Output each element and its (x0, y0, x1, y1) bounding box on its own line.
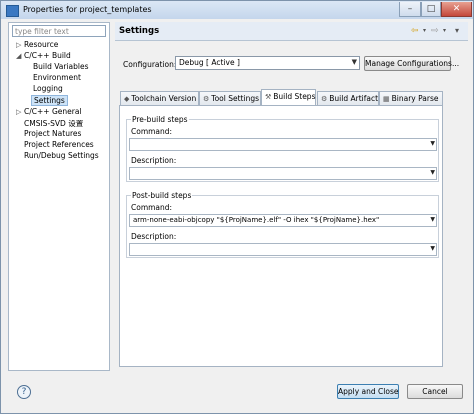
configuration-value: Debug [ Active ] (179, 58, 240, 67)
sidebar-item-build-variables[interactable]: Build Variables (33, 62, 89, 71)
toolchain-icon: ◆ (124, 95, 130, 103)
chevron-down-icon: ▼ (351, 58, 357, 66)
forward-history-dropdown-icon[interactable]: ▾ (443, 27, 446, 34)
prebuild-command-label: Command: (131, 127, 173, 136)
sidebar-item-cpp-general[interactable]: C/C++ General (24, 107, 82, 116)
dropdown-arrow-icon[interactable]: ▼ (430, 216, 435, 223)
sidebar-item-project-references[interactable]: Project References (24, 140, 94, 149)
back-arrow-icon[interactable]: ⇦ (411, 26, 419, 36)
tab-label: Build Steps (273, 92, 316, 101)
page-header: Settings ⇦ ▾ ⇨ ▾ ▾ (115, 22, 468, 41)
tab-tool-settings[interactable]: ⚙ Tool Settings (199, 91, 261, 105)
close-button[interactable]: ✕ (441, 2, 472, 17)
configuration-select[interactable]: Debug [ Active ] ▼ (175, 56, 360, 70)
tab-label: Toolchain Version (131, 94, 197, 103)
sidebar-item-cpp-build[interactable]: C/C++ Build (24, 51, 71, 60)
cancel-button[interactable]: Cancel (407, 384, 463, 399)
filter-input[interactable]: type filter text (12, 25, 106, 37)
title-bar: Properties for project_templates – □ ✕ (1, 1, 473, 19)
tab-toolchain-version[interactable]: ◆ Toolchain Version (120, 91, 199, 105)
tab-label: Build Artifact (329, 94, 379, 103)
back-history-dropdown-icon[interactable]: ▾ (423, 27, 426, 34)
tab-label: Binary Parse (391, 94, 439, 103)
prebuild-command-field[interactable]: ▼ (129, 138, 437, 151)
collapse-icon[interactable]: ◢ (16, 52, 21, 60)
dropdown-arrow-icon[interactable]: ▼ (430, 140, 435, 147)
dialog-footer (1, 374, 473, 413)
prebuild-group: Pre-build steps Command: ▼ Description: … (126, 115, 439, 182)
app-icon (6, 5, 19, 17)
sidebar-item-project-natures[interactable]: Project Natures (24, 129, 81, 138)
settings-pane: Settings ⇦ ▾ ⇨ ▾ ▾ Configuration: Debug … (115, 22, 468, 371)
tab-build-artifact[interactable]: ⚙ Build Artifact (317, 91, 379, 105)
postbuild-title: Post-build steps (131, 191, 193, 200)
minimize-button[interactable]: – (399, 2, 421, 17)
expand-icon[interactable]: ▷ (16, 41, 21, 49)
expand-icon[interactable]: ▷ (16, 108, 21, 116)
gear-icon: ⚙ (321, 95, 328, 103)
postbuild-group: Post-build steps Command: arm-none-eabi-… (126, 191, 439, 258)
sidebar-item-logging[interactable]: Logging (33, 84, 63, 93)
forward-arrow-icon[interactable]: ⇨ (431, 26, 439, 36)
gear-icon: ⚙ (203, 95, 210, 103)
prebuild-description-label: Description: (131, 156, 177, 165)
properties-window: Properties for project_templates – □ ✕ t… (0, 0, 474, 414)
tab-build-steps[interactable]: ⚒ Build Steps (261, 89, 316, 106)
prebuild-description-field[interactable]: ▼ (129, 167, 437, 180)
sidebar-item-run-debug-settings[interactable]: Run/Debug Settings (24, 151, 99, 160)
prebuild-title: Pre-build steps (131, 115, 189, 124)
postbuild-command-field[interactable]: arm-none-eabi-objcopy "${ProjName}.elf" … (129, 214, 437, 227)
view-menu-icon[interactable]: ▾ (455, 26, 459, 35)
apply-and-close-button[interactable]: Apply and Close (337, 384, 399, 399)
postbuild-command-value: arm-none-eabi-objcopy "${ProjName}.elf" … (133, 216, 380, 224)
sidebar-item-cmsis-svd[interactable]: CMSIS-SVD 设置 (24, 118, 83, 129)
configuration-label: Configuration: (123, 60, 177, 69)
hammer-icon: ⚒ (265, 93, 272, 101)
sidebar-item-resource[interactable]: Resource (24, 40, 58, 49)
manage-configurations-button[interactable]: Manage Configurations... (364, 56, 459, 71)
build-steps-panel: Pre-build steps Command: ▼ Description: … (119, 105, 443, 367)
postbuild-description-label: Description: (131, 232, 177, 241)
window-title: Properties for project_templates (23, 5, 152, 14)
sidebar-item-settings[interactable]: Settings (31, 95, 68, 106)
tab-binary-parsers[interactable]: ▦ Binary Parse (379, 91, 443, 105)
dropdown-arrow-icon[interactable]: ▼ (430, 245, 435, 252)
tab-label: Tool Settings (211, 94, 259, 103)
help-icon[interactable]: ? (17, 385, 31, 399)
maximize-button[interactable]: □ (421, 2, 441, 17)
postbuild-command-label: Command: (131, 203, 173, 212)
page-title: Settings (119, 26, 160, 36)
binary-parser-icon: ▦ (383, 95, 390, 103)
dropdown-arrow-icon[interactable]: ▼ (430, 169, 435, 176)
postbuild-description-field[interactable]: ▼ (129, 243, 437, 256)
sidebar: type filter text ▷ Resource ◢ C/C++ Buil… (8, 22, 110, 371)
sidebar-item-environment[interactable]: Environment (33, 73, 81, 82)
